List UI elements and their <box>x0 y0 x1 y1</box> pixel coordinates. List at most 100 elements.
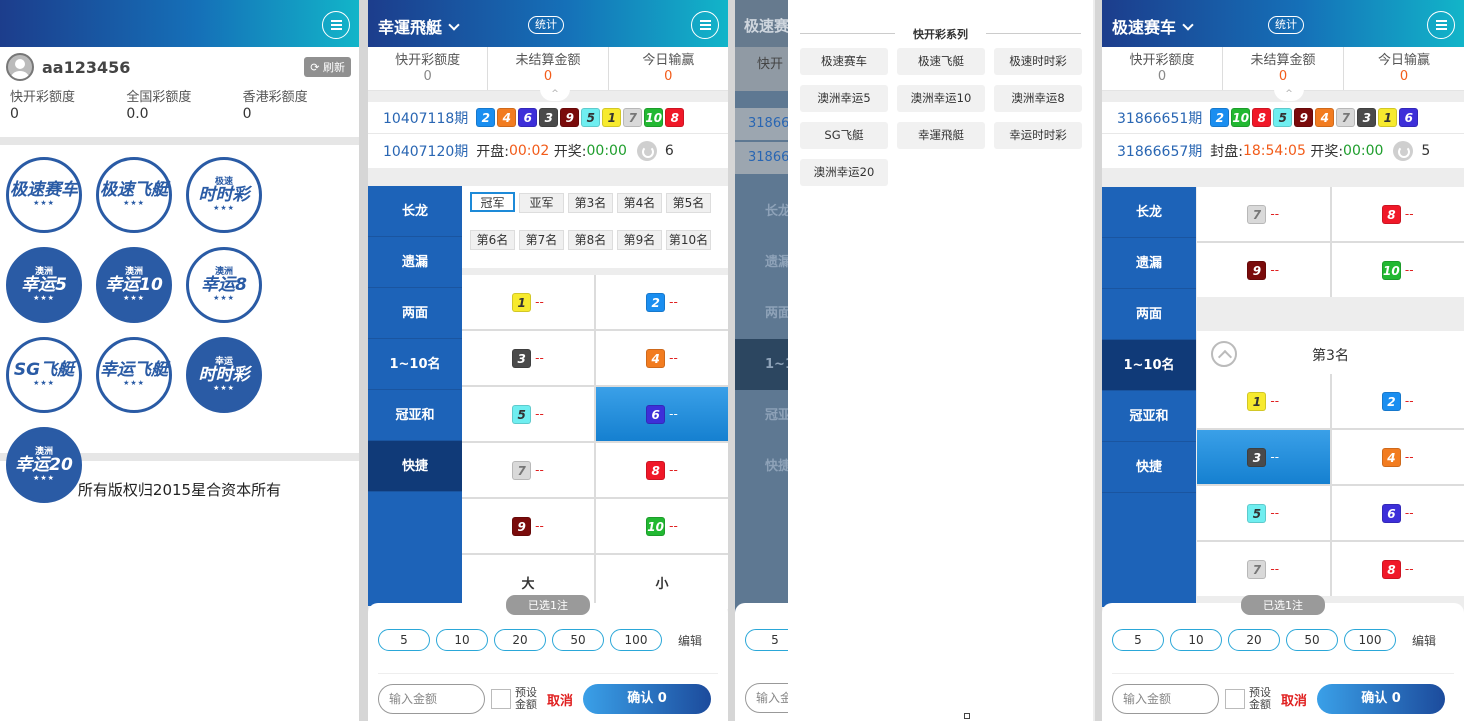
menu-icon[interactable] <box>322 11 350 39</box>
chip-50[interactable]: 50 <box>1286 629 1338 651</box>
bet-cell[interactable]: 1 -- <box>462 275 594 329</box>
game-selector[interactable]: 极速赛车 <box>1112 14 1194 38</box>
position-tab[interactable]: 冠军 <box>470 192 515 212</box>
bet-cell[interactable]: 9 -- <box>1197 243 1330 297</box>
dropdown-item[interactable]: 极速飞艇 <box>897 48 985 75</box>
position-tab[interactable]: 第10名 <box>666 230 711 250</box>
sidebar-item[interactable]: 冠亚和 <box>1102 391 1196 442</box>
sidebar-item[interactable]: 遗漏 <box>1102 238 1196 289</box>
bet-cell[interactable]: 5 -- <box>462 387 594 441</box>
chip-100[interactable]: 100 <box>610 629 662 651</box>
menu-icon[interactable] <box>691 11 719 39</box>
position-tab[interactable]: 第6名 <box>470 230 515 250</box>
bet-cell[interactable]: 9 -- <box>462 499 594 553</box>
bet-cell[interactable]: 1 -- <box>1197 374 1330 428</box>
position-tab[interactable]: 第5名 <box>666 193 711 213</box>
sidebar-item[interactable]: 遗漏 <box>368 237 462 288</box>
dropdown-item[interactable]: 极速赛车 <box>800 48 888 75</box>
amount-input[interactable]: 输入金额 <box>378 684 485 714</box>
chip-5[interactable]: 5 <box>1112 629 1164 651</box>
game-logo[interactable]: 澳洲 幸运10 ★★★ <box>96 247 172 323</box>
menu-icon[interactable] <box>1427 11 1455 39</box>
cancel-button[interactable]: 取消 <box>547 690 573 709</box>
game-logo[interactable]: 澳洲 幸运8 ★★★ <box>186 247 262 323</box>
bet-cell[interactable]: 7 -- <box>1197 187 1330 241</box>
sidebar-item[interactable]: 快捷 <box>368 441 462 492</box>
bet-cell[interactable]: 2 -- <box>1331 374 1464 428</box>
preset-label: 预设金额 <box>1249 686 1271 711</box>
edit-button[interactable]: 编辑 <box>1412 632 1436 649</box>
chip-50[interactable]: 50 <box>552 629 604 651</box>
confirm-button[interactable]: 确认 0 <box>583 684 712 714</box>
dropdown-item[interactable]: SG飞艇 <box>800 122 888 149</box>
bet-cell[interactable]: 7 -- <box>462 443 594 497</box>
chip-20[interactable]: 20 <box>1228 629 1280 651</box>
bet-cell[interactable]: 8 -- <box>1331 187 1464 241</box>
bet-cell[interactable]: 5 -- <box>1197 486 1330 540</box>
bet-cell[interactable]: 8 -- <box>1331 542 1464 596</box>
bet-cell[interactable]: 6 -- <box>1331 486 1464 540</box>
position-tab[interactable]: 第3名 <box>568 193 613 213</box>
chip-10[interactable]: 10 <box>1170 629 1222 651</box>
edit-button[interactable]: 编辑 <box>678 632 702 649</box>
game-logo[interactable]: 极速赛车 ★★★ <box>6 157 82 233</box>
sidebar-item[interactable]: 两面 <box>1102 289 1196 340</box>
collapse-up-icon[interactable] <box>1211 341 1237 367</box>
stat-button[interactable]: 统计 <box>1268 16 1304 34</box>
game-selector[interactable]: 幸運飛艇 <box>378 14 460 38</box>
preset-checkbox[interactable] <box>1225 689 1245 709</box>
bet-cell[interactable]: 10 -- <box>596 499 728 553</box>
sidebar-item[interactable]: 两面 <box>368 288 462 339</box>
bet-cell[interactable]: 2 -- <box>596 275 728 329</box>
dropdown-item[interactable]: 幸運飛艇 <box>897 122 985 149</box>
bet-cell[interactable]: 4 -- <box>596 331 728 385</box>
refresh-icon[interactable] <box>636 141 657 161</box>
confirm-button[interactable]: 确认 0 <box>1317 684 1446 714</box>
amount-input[interactable]: 输入金额 <box>1112 684 1219 714</box>
bet-cell[interactable]: 6 -- <box>596 387 728 441</box>
refresh-button[interactable]: ⟳ 刷新 <box>304 57 351 77</box>
chip-100[interactable]: 100 <box>1344 629 1396 651</box>
collapse-toggle[interactable]: ^ <box>1102 89 1464 102</box>
game-logo[interactable]: 极速飞艇 ★★★ <box>96 157 172 233</box>
position-tab[interactable]: 第8名 <box>568 230 613 250</box>
bet-cell[interactable]: 4 -- <box>1331 430 1464 484</box>
sidebar-item[interactable]: 1~10名 <box>368 339 462 390</box>
dropdown-item[interactable]: 极速时时彩 <box>994 48 1082 75</box>
bet-cell[interactable]: 8 -- <box>596 443 728 497</box>
dropdown-item[interactable]: 澳洲幸运20 <box>800 159 888 186</box>
limit-value: 0 <box>242 106 252 122</box>
collapse-toggle[interactable]: ^ <box>368 89 728 102</box>
cancel-button[interactable]: 取消 <box>1281 690 1307 709</box>
dropdown-item[interactable]: 澳洲幸运10 <box>897 85 985 112</box>
dropdown-item[interactable]: 幸运时时彩 <box>994 122 1082 149</box>
position-tab[interactable]: 第9名 <box>617 230 662 250</box>
dropdown-item[interactable]: 澳洲幸运5 <box>800 85 888 112</box>
position-tab[interactable]: 第4名 <box>617 193 662 213</box>
bet-cell[interactable]: 3 -- <box>1197 430 1330 484</box>
refresh-icon[interactable] <box>1393 141 1414 161</box>
chip-5[interactable]: 5 <box>378 629 430 651</box>
game-logo[interactable]: 澳洲 幸运5 ★★★ <box>6 247 82 323</box>
sidebar-item[interactable]: 长龙 <box>1102 187 1196 238</box>
position-tab[interactable]: 亚军 <box>519 193 564 213</box>
chip-20[interactable]: 20 <box>494 629 546 651</box>
chip-10[interactable]: 10 <box>436 629 488 651</box>
bet-cell-small[interactable]: 小 <box>596 555 728 609</box>
sidebar-item[interactable]: 长龙 <box>368 186 462 237</box>
stat-button[interactable]: 统计 <box>528 16 564 34</box>
position-tab[interactable]: 第7名 <box>519 230 564 250</box>
game-logo[interactable]: 幸运飞艇 ★★★ <box>96 337 172 413</box>
sidebar-item[interactable]: 冠亚和 <box>368 390 462 441</box>
game-logo[interactable]: SG飞艇 ★★★ <box>6 337 82 413</box>
sidebar-item[interactable]: 快捷 <box>1102 442 1196 493</box>
game-logo[interactable]: 极速 时时彩 ★★★ <box>186 157 262 233</box>
preset-checkbox[interactable] <box>491 689 511 709</box>
bet-cell[interactable]: 7 -- <box>1197 542 1330 596</box>
game-logo[interactable]: 幸运 时时彩 ★★★ <box>186 337 262 413</box>
bet-cell[interactable]: 3 -- <box>462 331 594 385</box>
bet-cell[interactable]: 10 -- <box>1331 243 1464 297</box>
game-logo[interactable]: 澳洲 幸运20 ★★★ <box>6 427 82 503</box>
sidebar-item[interactable]: 1~10名 <box>1102 340 1196 391</box>
dropdown-item[interactable]: 澳洲幸运8 <box>994 85 1082 112</box>
